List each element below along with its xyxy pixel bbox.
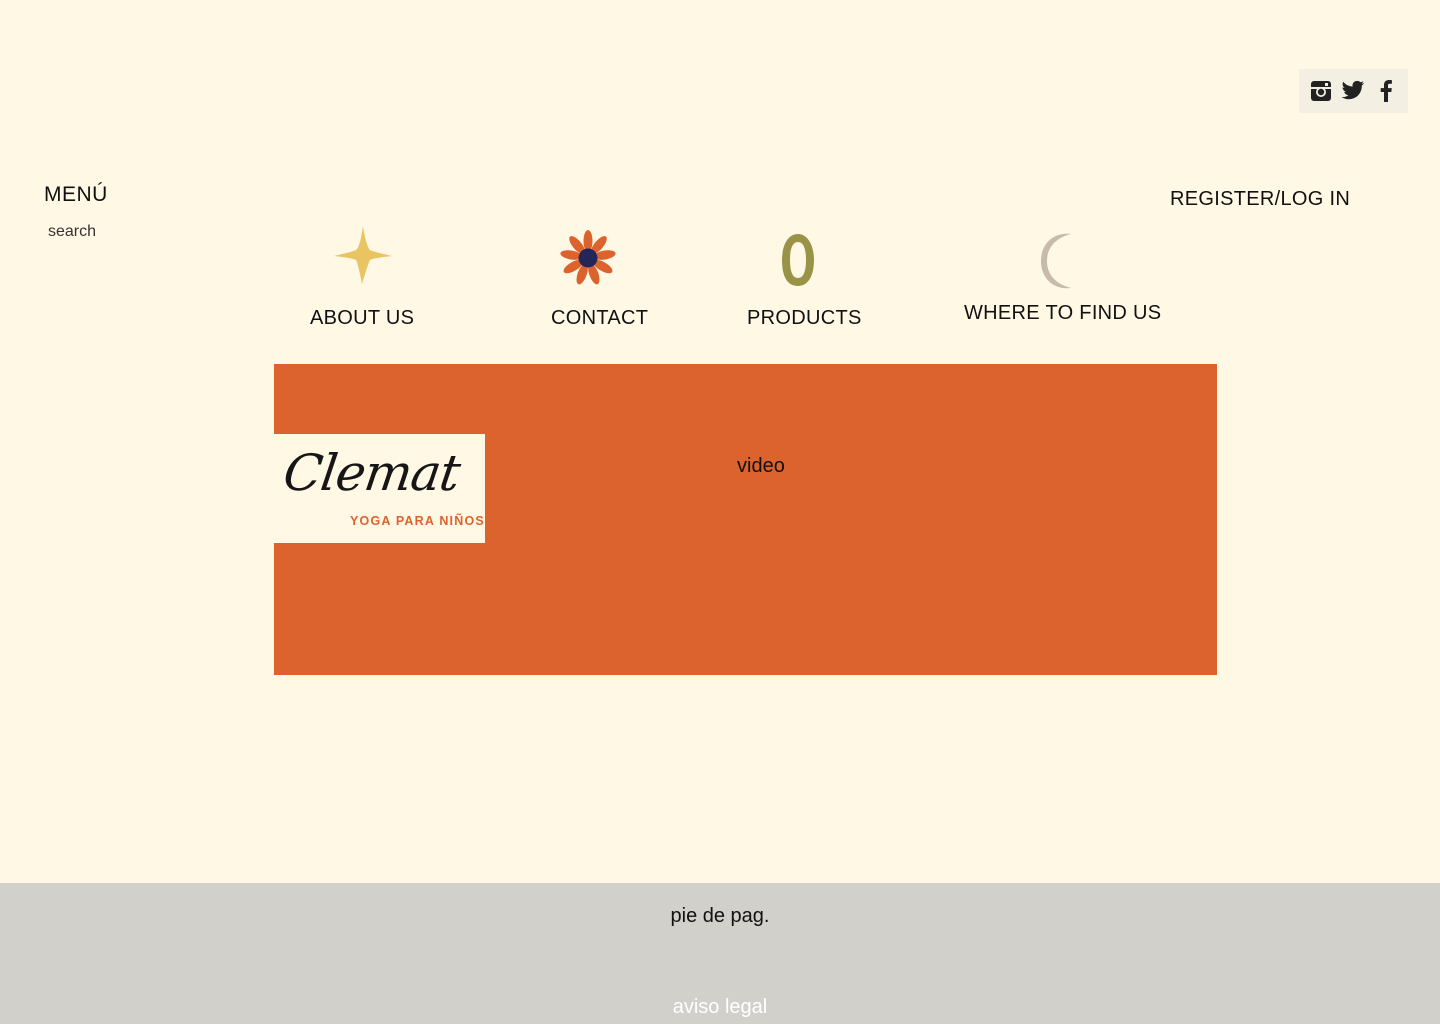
footer-title: pie de pag. [670,905,770,927]
nav-label-contact: CONTACT [551,307,649,329]
nav-item-where-to-find-us[interactable]: WHERE TO FIND US [955,222,1165,332]
nav-item-about-us[interactable]: ABOUT US [300,222,430,332]
video-placeholder-label: video [737,455,785,477]
ring-icon [778,230,818,295]
twitter-icon[interactable] [1340,78,1366,104]
footer: pie de pag. aviso legal [0,883,1440,1024]
flower-icon [560,226,616,295]
nav-item-contact[interactable]: CONTACT [540,222,670,332]
star-icon [332,224,394,291]
moon-icon [1037,230,1077,297]
logo-tagline: YOGA PARA NIÑOS [350,514,485,528]
nav-label-products: PRODUCTS [747,307,862,329]
facebook-icon[interactable] [1373,78,1399,104]
logo-wordmark: Clemat [279,444,464,502]
register-login-link[interactable]: REGISTER/LOG IN [1170,188,1350,211]
nav-item-products[interactable]: PRODUCTS [738,222,878,332]
nav-label-where-to-find-us: WHERE TO FIND US [964,302,1162,324]
search-link[interactable]: search [48,223,96,241]
legal-notice-link[interactable]: aviso legal [0,996,1440,1019]
nav-label-about-us: ABOUT US [310,307,415,329]
brand-logo[interactable]: Clemat YOGA PARA NIÑOS [274,434,485,543]
menu-button[interactable]: MENÚ [44,183,108,207]
instagram-icon[interactable] [1308,78,1334,104]
hero-video-area[interactable]: Clemat YOGA PARA NIÑOS video [274,364,1217,675]
social-links-bar [1299,69,1408,113]
